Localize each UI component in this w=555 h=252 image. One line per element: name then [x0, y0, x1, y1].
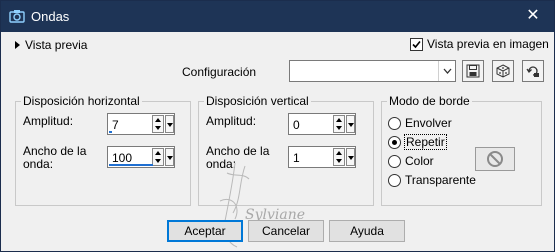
preview-toggle-label: Vista previa [25, 38, 88, 52]
v-width-spinner[interactable]: 1 [288, 146, 356, 168]
reset-button[interactable] [522, 60, 544, 82]
h-amplitude-value[interactable]: 7 [112, 118, 119, 132]
radio-envolver[interactable]: Envolver [388, 116, 452, 130]
save-icon [466, 64, 480, 78]
chevron-down-icon[interactable] [346, 115, 355, 133]
preview-in-image-label: Vista previa en imagen [427, 37, 549, 51]
camera-icon [9, 10, 25, 23]
expand-arrow-icon [15, 41, 20, 49]
spin-arrows-icon[interactable] [152, 148, 164, 166]
radio-color[interactable]: Color [388, 154, 434, 168]
v-amplitude-label: Amplitud: [206, 114, 257, 128]
config-select[interactable] [289, 60, 456, 82]
radio-button[interactable] [388, 135, 401, 149]
h-width-value[interactable]: 100 [112, 151, 132, 165]
config-label: Configuración [182, 65, 257, 79]
edge-mode-title: Modo de borde [387, 94, 472, 108]
color-swatch [475, 147, 515, 171]
radio-label: Repetir [404, 134, 447, 150]
spin-arrows-icon[interactable] [333, 115, 345, 133]
spin-arrows-icon[interactable] [333, 148, 345, 166]
radio-button[interactable] [388, 154, 401, 168]
h-amplitude-slider[interactable] [109, 131, 112, 133]
h-amplitude-label: Amplitud: [23, 114, 74, 128]
radio-label: Transparente [405, 173, 476, 187]
radio-button[interactable] [388, 116, 401, 130]
preview-in-image-checkbox[interactable]: Vista previa en imagen [410, 37, 549, 51]
randomize-button[interactable] [492, 60, 514, 82]
radio-label: Color [405, 154, 434, 168]
vertical-group-title: Disposición vertical [204, 94, 311, 108]
chevron-down-icon[interactable] [165, 115, 174, 133]
h-width-slider[interactable] [109, 164, 153, 166]
accept-button[interactable]: Aceptar [167, 220, 243, 242]
preview-toggle[interactable]: Vista previa [15, 38, 87, 52]
title-bar: Ondas ✕ [1, 1, 554, 32]
radio-button[interactable] [388, 173, 401, 187]
dice-icon [496, 64, 510, 78]
chevron-down-icon[interactable] [165, 148, 174, 166]
radio-transparente[interactable]: Transparente [388, 173, 476, 187]
h-width-label-line2: onda: [23, 157, 54, 171]
cancel-button[interactable]: Cancelar [248, 220, 324, 242]
checkmark-icon[interactable] [410, 37, 423, 51]
v-amplitude-value[interactable]: 0 [293, 118, 300, 132]
disabled-icon [487, 151, 503, 167]
spin-arrows-icon[interactable] [152, 115, 164, 133]
save-preset-button[interactable] [462, 60, 484, 82]
v-width-label-line2: onda: [206, 157, 237, 171]
help-button[interactable]: Ayuda [329, 220, 405, 242]
window-title: Ondas [31, 9, 70, 24]
h-amplitude-spinner[interactable]: 7 [107, 113, 175, 135]
reset-icon [526, 66, 539, 77]
chevron-down-icon[interactable] [438, 61, 455, 81]
radio-repetir[interactable]: Repetir [388, 134, 447, 150]
h-width-spinner[interactable]: 100 [107, 146, 175, 168]
horizontal-group-title: Disposición horizontal [21, 94, 142, 108]
radio-label: Envolver [405, 116, 452, 130]
v-amplitude-spinner[interactable]: 0 [288, 113, 356, 135]
chevron-down-icon[interactable] [346, 148, 355, 166]
v-width-value[interactable]: 1 [293, 151, 300, 165]
close-icon[interactable]: ✕ [522, 5, 544, 27]
dialog-window: Ondas ✕ Vista previa Vista previa en ima… [0, 0, 555, 252]
